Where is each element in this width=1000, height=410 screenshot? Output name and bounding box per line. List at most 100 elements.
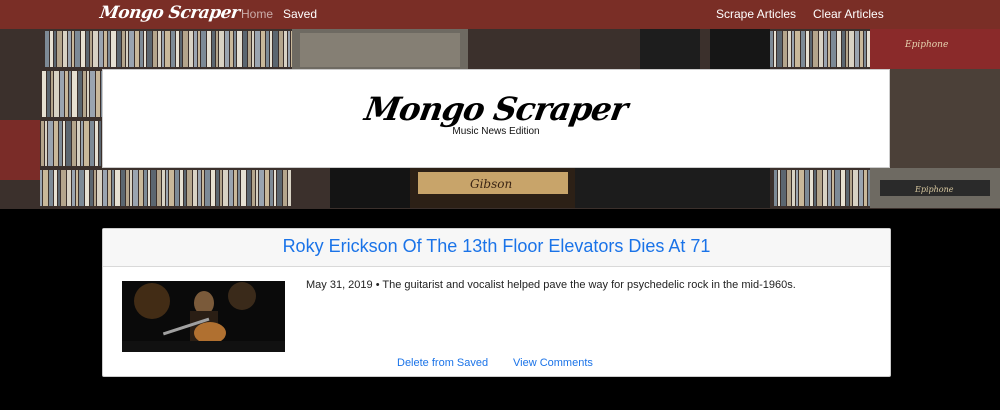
shelf-item bbox=[86, 31, 89, 67]
shelf-item bbox=[796, 170, 798, 206]
shelf-item bbox=[850, 170, 852, 206]
shelf-item bbox=[121, 170, 125, 206]
shelf-item bbox=[277, 170, 282, 206]
shelf-item bbox=[207, 31, 211, 67]
shelf-item bbox=[176, 31, 179, 67]
shelf-item bbox=[205, 170, 210, 206]
nav-home-link[interactable]: Home bbox=[241, 7, 273, 21]
shelf-item bbox=[270, 170, 273, 206]
shelf-item bbox=[288, 170, 291, 206]
shelf-item bbox=[781, 170, 786, 206]
view-comments-button[interactable]: View Comments bbox=[513, 357, 593, 369]
shelf-item bbox=[84, 121, 89, 166]
shelf-item bbox=[104, 31, 107, 67]
shelf-item bbox=[135, 31, 139, 67]
shelf-item bbox=[256, 170, 258, 206]
shelf-item bbox=[147, 31, 152, 67]
shelf-item bbox=[43, 170, 48, 206]
shelf-item bbox=[792, 31, 794, 67]
shelf-item bbox=[817, 170, 822, 206]
shelf-item bbox=[216, 31, 218, 67]
shelf-item bbox=[810, 170, 813, 206]
shelf-item bbox=[261, 31, 265, 67]
shelf-item bbox=[122, 31, 125, 67]
shelf-item bbox=[81, 31, 85, 67]
shelf-item bbox=[187, 170, 192, 206]
shelf-item bbox=[837, 31, 841, 67]
shelf-item bbox=[90, 170, 93, 206]
shelf-item bbox=[777, 31, 782, 67]
shelf-item bbox=[47, 71, 50, 117]
shelf-item bbox=[68, 31, 71, 67]
shelf-item bbox=[783, 31, 787, 67]
shelf-item bbox=[198, 31, 200, 67]
shelf-item bbox=[237, 31, 242, 67]
shelf-item bbox=[238, 170, 240, 206]
clear-articles-button[interactable]: Clear Articles bbox=[813, 7, 884, 21]
shelf-item bbox=[252, 170, 255, 206]
shelf-item bbox=[151, 170, 156, 206]
amp-label: Gibson bbox=[470, 177, 512, 191]
shelf-item bbox=[42, 71, 46, 117]
shelf-item bbox=[220, 170, 222, 206]
page-subtitle: Music News Edition bbox=[452, 126, 540, 137]
shelf-item bbox=[211, 170, 215, 206]
shelf-item bbox=[54, 31, 56, 67]
shelf-item bbox=[273, 31, 278, 67]
brand-logo[interactable]: Mongo Scraper bbox=[99, 3, 241, 23]
scrape-articles-button[interactable]: Scrape Articles bbox=[716, 7, 796, 21]
shelf-item bbox=[255, 31, 260, 67]
shelf-item bbox=[184, 170, 186, 206]
shelf-item bbox=[50, 31, 53, 67]
shelf-item bbox=[243, 31, 247, 67]
shelf-item bbox=[72, 170, 75, 206]
shelf-item bbox=[79, 170, 84, 206]
shelf-item bbox=[193, 170, 197, 206]
shelf-item bbox=[219, 31, 224, 67]
shelf-item bbox=[189, 31, 193, 67]
saved-article-card: Roky Erickson Of The 13th Floor Elevator… bbox=[102, 228, 891, 377]
shelf-item bbox=[202, 170, 204, 206]
shelf-item bbox=[72, 31, 74, 67]
shelf-item bbox=[117, 31, 121, 67]
shelf-item bbox=[778, 170, 780, 206]
shelf-item bbox=[162, 170, 165, 206]
shelf-item bbox=[813, 31, 818, 67]
shelf-item bbox=[194, 31, 197, 67]
shelf-item bbox=[95, 121, 98, 166]
shelf-item bbox=[63, 121, 65, 166]
shelf-item bbox=[201, 31, 206, 67]
shelf-item bbox=[57, 31, 62, 67]
article-summary: May 31, 2019 • The guitarist and vocalis… bbox=[306, 279, 796, 291]
shelf-item bbox=[774, 31, 776, 67]
shelf-item bbox=[805, 170, 809, 206]
shelf-item bbox=[180, 31, 182, 67]
shelf-item bbox=[61, 170, 66, 206]
shelf-item bbox=[247, 170, 251, 206]
shelf-item bbox=[230, 31, 233, 67]
shelf-item bbox=[864, 170, 867, 206]
shelf-item bbox=[266, 31, 269, 67]
shelf-item bbox=[108, 170, 111, 206]
shelf-item bbox=[112, 170, 114, 206]
nav-saved-link[interactable]: Saved bbox=[283, 7, 317, 21]
delete-from-saved-button[interactable]: Delete from Saved bbox=[397, 357, 488, 369]
shelf-item bbox=[77, 121, 80, 166]
shelf-item bbox=[72, 71, 77, 117]
shelf-item bbox=[823, 170, 827, 206]
shelf-item bbox=[133, 170, 138, 206]
shelf-item bbox=[108, 31, 110, 67]
shelf-item bbox=[828, 170, 831, 206]
shelf-item bbox=[153, 31, 157, 67]
shelf-item bbox=[48, 121, 53, 166]
shelf-item bbox=[67, 170, 71, 206]
shelf-item bbox=[810, 31, 812, 67]
shelf-item bbox=[60, 71, 64, 117]
shelf-item bbox=[234, 31, 236, 67]
shelf-item bbox=[770, 31, 773, 67]
shelf-item bbox=[93, 31, 98, 67]
shelf-item bbox=[148, 170, 150, 206]
article-title-link[interactable]: Roky Erickson Of The 13th Floor Elevator… bbox=[283, 236, 711, 257]
shelf-item bbox=[842, 31, 845, 67]
shelf-item bbox=[129, 31, 134, 67]
